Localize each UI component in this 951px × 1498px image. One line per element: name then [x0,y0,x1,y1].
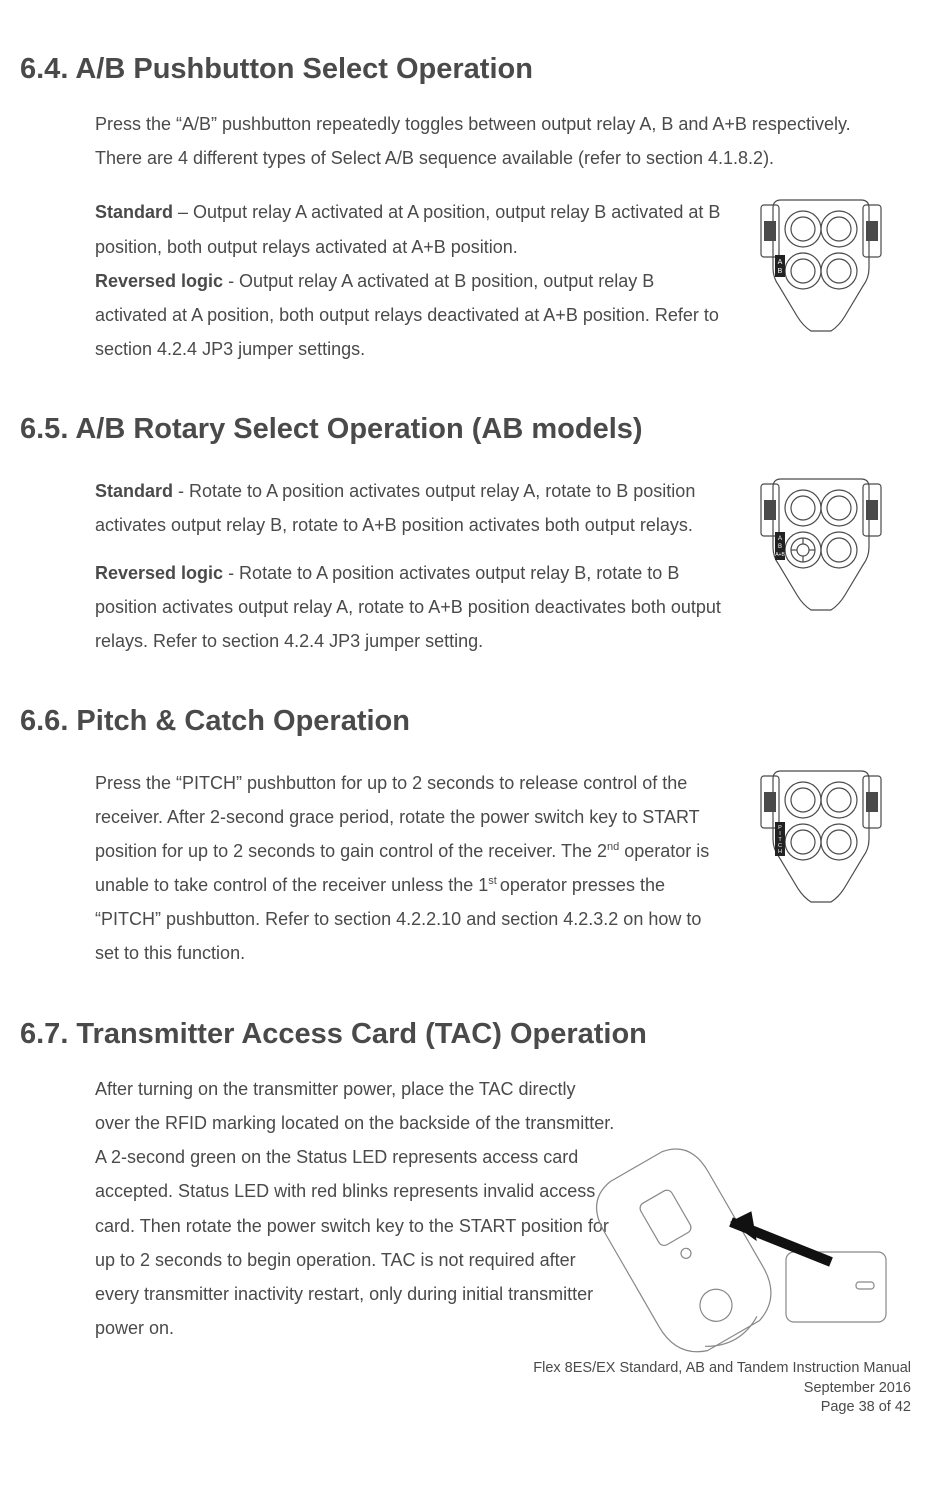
fig-label-a-65: A [778,536,782,542]
transmitter-back-tac-icon [561,1132,901,1372]
bold-reversed: Reversed logic [95,271,223,291]
footer-line1: Flex 8ES/EX Standard, AB and Tandem Inst… [20,1359,911,1379]
heading-6-5: 6.5. A/B Rotary Select Operation (AB mod… [20,402,911,457]
heading-6-6: 6.6. Pitch & Catch Operation [20,694,911,749]
bold-standard: Standard [95,202,173,222]
p-6-4-intro: Press the “A/B” pushbutton repeatedly to… [95,107,901,175]
transmitter-top-ab-pushbutton-icon: A B [741,195,901,335]
text-standard-65-rest: - Rotate to A position activates output … [95,481,695,535]
p-6-7: After turning on the transmitter power, … [95,1072,615,1346]
p-6-4-standard-block: Standard – Output relay A activated at A… [95,195,726,366]
fig-label-b: B [778,268,783,275]
fig-label-b-65: B [778,544,782,550]
bold-standard-65: Standard [95,481,173,501]
fig-label-ab-65: A+B [775,552,785,558]
text-standard-rest: – Output relay A activated at A position… [95,202,720,256]
heading-6-4: 6.4. A/B Pushbutton Select Operation [20,42,911,97]
transmitter-top-pitch-icon: PITCH [741,766,901,906]
svg-text:H: H [778,849,782,855]
p-6-6: Press the “PITCH” pushbutton for up to 2… [95,766,726,971]
p66-sup2: st [488,875,500,887]
p66-sup1: nd [607,841,619,853]
bold-reversed-65: Reversed logic [95,563,223,583]
fig-label-pitch: PITCH [778,825,782,855]
p-6-5-standard: Standard - Rotate to A position activate… [95,474,726,542]
p-6-5-reversed: Reversed logic - Rotate to A position ac… [95,556,726,659]
heading-6-7: 6.7. Transmitter Access Card (TAC) Opera… [20,1007,911,1062]
footer-line2: September 2016 [20,1379,911,1399]
transmitter-top-ab-rotary-icon: A B A+B [741,474,901,614]
footer-line3: Page 38 of 42 [20,1398,911,1418]
fig-label-a: A [778,259,783,266]
